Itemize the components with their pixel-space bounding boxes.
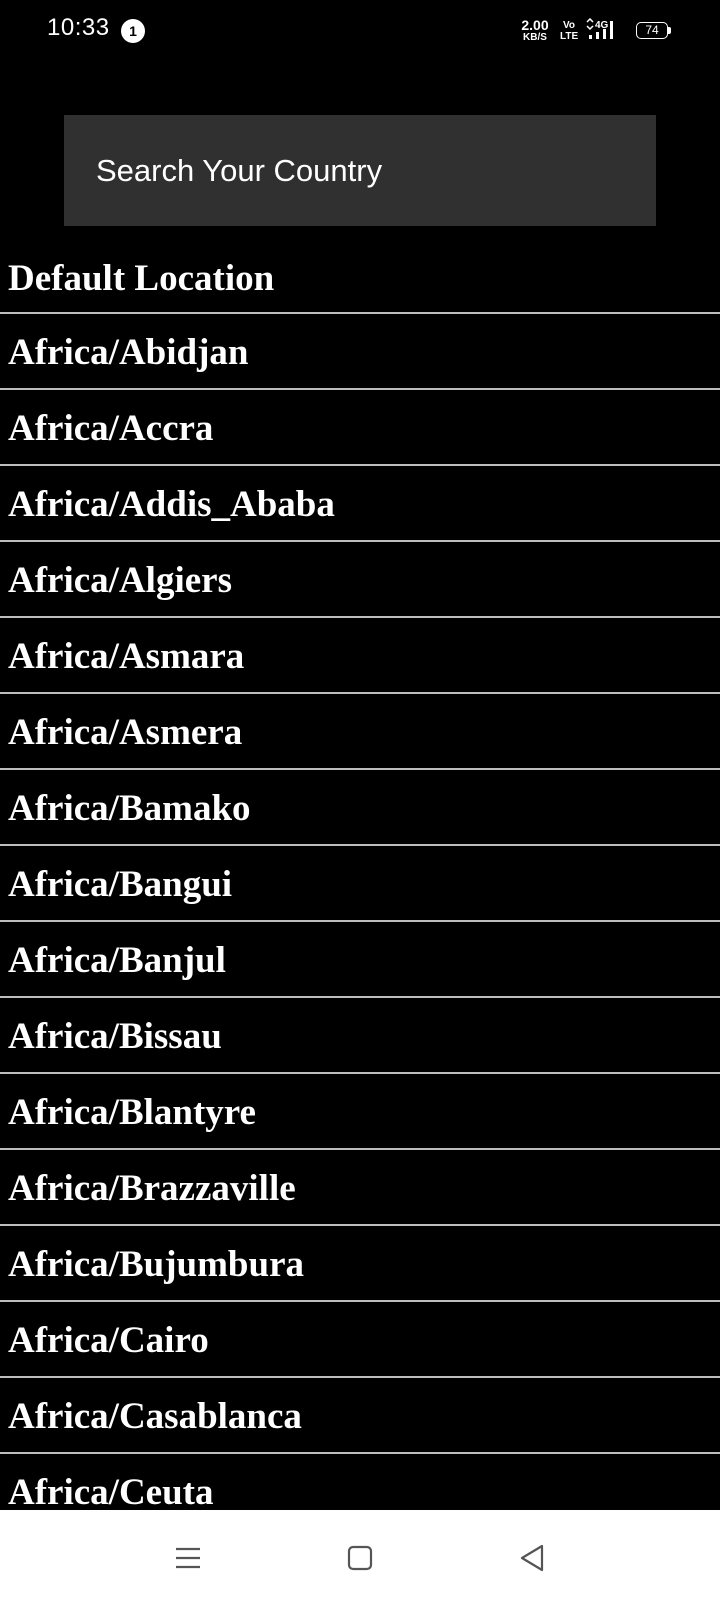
list-item-label: Africa/Abidjan	[8, 331, 249, 373]
home-icon[interactable]	[342, 1540, 378, 1576]
navigation-bar	[0, 1510, 720, 1600]
list-item-label: Africa/Ceuta	[8, 1471, 214, 1511]
list-item[interactable]: Africa/Abidjan	[0, 314, 720, 390]
network-speed-value: 2.00	[521, 17, 549, 33]
list-item-label: Africa/Asmara	[8, 635, 245, 677]
list-item-label: Africa/Banjul	[8, 939, 226, 981]
list-item-label: Africa/Cairo	[8, 1319, 209, 1361]
search-box[interactable]	[64, 115, 656, 226]
battery-level: 74	[636, 22, 668, 39]
list-item-label: Africa/Brazzaville	[8, 1167, 296, 1209]
list-item[interactable]: Africa/Addis_Ababa	[0, 466, 720, 542]
list-item[interactable]: Africa/Casablanca	[0, 1378, 720, 1454]
list-item-label: Africa/Addis_Ababa	[8, 483, 335, 525]
list-item[interactable]: Africa/Banjul	[0, 922, 720, 998]
list-item-label: Africa/Bangui	[8, 863, 233, 905]
status-time: 10:33	[47, 14, 110, 41]
list-item-label: Africa/Algiers	[8, 559, 232, 601]
timezone-list[interactable]: Default Location Africa/Abidjan Africa/A…	[0, 243, 720, 1510]
back-icon[interactable]	[514, 1540, 550, 1576]
list-item-label: Africa/Bissau	[8, 1015, 222, 1057]
battery-icon: 74	[636, 22, 671, 41]
list-item[interactable]: Africa/Brazzaville	[0, 1150, 720, 1226]
status-bar: 10:33 1 2.00 KB/S Vo LTE 4G 74	[0, 0, 720, 64]
list-item[interactable]: Africa/Bangui	[0, 846, 720, 922]
signal-icon: 4G	[585, 17, 625, 44]
list-item[interactable]: Africa/Bamako	[0, 770, 720, 846]
list-item-label: Africa/Bujumbura	[8, 1243, 304, 1285]
menu-icon[interactable]	[170, 1540, 206, 1576]
network-speed: 2.00 KB/S	[517, 18, 553, 43]
list-item[interactable]: Africa/Bujumbura	[0, 1226, 720, 1302]
list-item[interactable]: Africa/Cairo	[0, 1302, 720, 1378]
network-type-label: 4G	[595, 20, 609, 31]
list-item[interactable]: Africa/Ceuta	[0, 1454, 720, 1511]
list-item-label: Africa/Blantyre	[8, 1091, 256, 1133]
list-item[interactable]: Africa/Accra	[0, 390, 720, 466]
list-item-label: Africa/Casablanca	[8, 1395, 302, 1437]
list-item-label: Default Location	[8, 258, 275, 299]
volte-bottom: LTE	[560, 31, 579, 42]
list-item[interactable]: Africa/Bissau	[0, 998, 720, 1074]
volte-top: Vo	[562, 20, 576, 31]
list-item-label: Africa/Bamako	[8, 787, 251, 829]
list-item[interactable]: Africa/Blantyre	[0, 1074, 720, 1150]
network-speed-unit: KB/S	[523, 32, 547, 43]
notification-badge: 1	[121, 19, 145, 43]
list-item[interactable]: Africa/Algiers	[0, 542, 720, 618]
list-item[interactable]: Africa/Asmara	[0, 618, 720, 694]
list-item[interactable]: Africa/Asmera	[0, 694, 720, 770]
list-item-label: Africa/Asmera	[8, 711, 243, 753]
list-item-default-location[interactable]: Default Location	[0, 243, 720, 314]
list-item-label: Africa/Accra	[8, 407, 214, 449]
search-input[interactable]	[96, 152, 636, 189]
volte-indicator: Vo LTE	[560, 20, 578, 42]
